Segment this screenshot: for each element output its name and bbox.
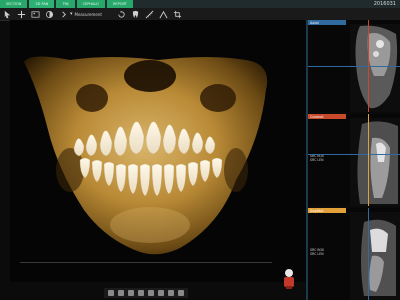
- view-toolbar: [104, 288, 188, 298]
- info-line: SRC LEN: [310, 252, 324, 256]
- ct-slice-image: [350, 118, 400, 206]
- slice-header: Sagittal: [308, 208, 346, 213]
- tab-section[interactable]: SECTION: [0, 0, 28, 8]
- tooth-icon[interactable]: [130, 9, 140, 19]
- slice-view-coronal[interactable]: Coronal SRC BOX SRC LEN: [308, 114, 400, 206]
- slice-view-axial[interactable]: Axial: [308, 20, 400, 112]
- crosshair-vertical[interactable]: [368, 114, 369, 206]
- tab-tmj[interactable]: TMJ: [56, 0, 75, 8]
- tab-cephalo[interactable]: CEPHALO: [76, 0, 105, 8]
- measure-icon[interactable]: [144, 9, 154, 19]
- tab-label: CEPHALO: [82, 2, 99, 6]
- crop-icon[interactable]: [172, 9, 182, 19]
- volume-render-viewport[interactable]: [10, 20, 306, 282]
- slice-label: Coronal: [310, 114, 324, 119]
- slice-panel: Axial Coronal SRC BOX SRC LEN Sagittal S…: [306, 20, 400, 300]
- viewport-ground-line: [20, 262, 272, 263]
- measurement-label: Measurement: [74, 11, 102, 17]
- reset-view-icon[interactable]: [168, 290, 174, 296]
- info-line: SRC LEN: [310, 158, 324, 162]
- slice-label: Sagittal: [310, 208, 324, 213]
- ct-slice-image: [350, 24, 400, 112]
- rotate-icon[interactable]: [116, 9, 126, 19]
- tab-label: SECTION: [6, 2, 22, 6]
- snapshot-icon[interactable]: [178, 290, 184, 296]
- view-top-icon[interactable]: [148, 290, 154, 296]
- module-tabs: SECTION 3D PAN TMJ CEPHALO REPORT: [0, 0, 135, 8]
- slice-view-sagittal[interactable]: Sagittal SRC BOX SRC LEN: [308, 208, 400, 300]
- crosshair-horizontal[interactable]: [308, 154, 400, 155]
- chevron-right-icon[interactable]: [58, 9, 68, 19]
- ct-slice-image: [350, 212, 400, 300]
- angle-icon[interactable]: [158, 9, 168, 19]
- crosshair-vertical[interactable]: [368, 208, 369, 300]
- measurement-dropdown[interactable]: ▾ Measurement: [70, 9, 102, 19]
- window-level-icon[interactable]: [44, 9, 54, 19]
- image-icon[interactable]: [30, 9, 40, 19]
- slice-label: Axial: [310, 20, 319, 25]
- tab-label: 3D PAN: [35, 2, 49, 6]
- view-bottom-icon[interactable]: [158, 290, 164, 296]
- tab-label: REPORT: [112, 2, 127, 6]
- pan-icon[interactable]: [16, 9, 26, 19]
- chevron-down-icon: ▾: [70, 11, 73, 17]
- select-icon[interactable]: [2, 9, 12, 19]
- crosshair-vertical[interactable]: [368, 20, 369, 112]
- tab-report[interactable]: REPORT: [106, 0, 133, 8]
- slice-info: SRC BOX SRC LEN: [310, 154, 324, 162]
- view-left-icon[interactable]: [128, 290, 134, 296]
- slice-header: Axial: [308, 20, 346, 25]
- view-right-icon[interactable]: [138, 290, 144, 296]
- slice-info: SRC BOX SRC LEN: [310, 248, 324, 256]
- view-front-icon[interactable]: [108, 290, 114, 296]
- skull-render: [24, 56, 268, 255]
- tab-label: TMJ: [62, 2, 69, 6]
- tab-3d-pan[interactable]: 3D PAN: [29, 0, 55, 8]
- crosshair-horizontal[interactable]: [308, 66, 400, 67]
- slice-header: Coronal: [308, 114, 346, 119]
- orientation-figure-icon[interactable]: [282, 268, 296, 290]
- view-back-icon[interactable]: [118, 290, 124, 296]
- study-date: 2016031: [373, 1, 396, 7]
